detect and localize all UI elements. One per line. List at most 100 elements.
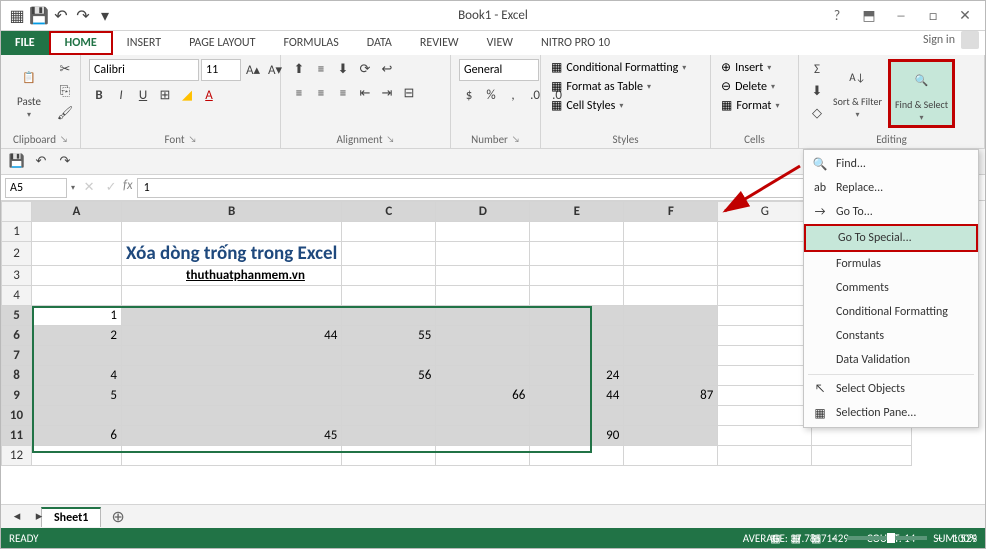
menu-comments[interactable]: Comments (804, 276, 978, 300)
cell[interactable] (530, 306, 624, 326)
copy-icon[interactable]: ⎘ (55, 81, 75, 101)
cancel-formula-icon[interactable]: ✕ (79, 178, 99, 198)
zoom-in-icon[interactable]: + (937, 532, 942, 545)
conditional-formatting-button[interactable]: ▦Conditional Formatting▾ (549, 59, 688, 76)
row-header[interactable]: 7 (2, 346, 32, 366)
row-header[interactable]: 8 (2, 366, 32, 386)
cell[interactable] (436, 242, 530, 266)
col-header[interactable]: G (718, 202, 812, 222)
cell[interactable] (342, 242, 436, 266)
cell[interactable] (436, 266, 530, 286)
menu-selection-pane[interactable]: ▦Selection Pane... (804, 401, 978, 425)
paste-button[interactable]: 📋 Paste ▾ (9, 59, 49, 122)
tab-page-layout[interactable]: PAGE LAYOUT (175, 31, 269, 55)
cell[interactable] (530, 446, 624, 466)
tab-file[interactable]: FILE (1, 31, 49, 55)
cell[interactable] (624, 326, 718, 346)
qat-redo-icon[interactable]: ↷ (55, 152, 75, 172)
cell[interactable] (32, 286, 122, 306)
view-page-icon[interactable]: ▦ (791, 532, 801, 545)
cell[interactable] (436, 326, 530, 346)
cell[interactable] (624, 222, 718, 242)
cell[interactable] (718, 386, 812, 406)
merge-icon[interactable]: ⊟ (399, 83, 419, 103)
cell[interactable] (32, 222, 122, 242)
tab-home[interactable]: HOME (49, 31, 113, 55)
row-header[interactable]: 10 (2, 406, 32, 426)
row-header[interactable]: 6 (2, 326, 32, 346)
sort-filter-button[interactable]: A↓ Sort & Filter ▾ (829, 59, 886, 122)
col-header[interactable]: E (530, 202, 624, 222)
format-painter-icon[interactable]: 🖌 (55, 103, 75, 123)
tab-view[interactable]: VIEW (473, 31, 527, 55)
cell[interactable] (718, 346, 812, 366)
cell[interactable] (718, 306, 812, 326)
font-name-combo[interactable]: Calibri (89, 59, 199, 81)
zoom-level[interactable]: 100% (952, 532, 977, 545)
align-left-icon[interactable]: ≡ (289, 83, 309, 103)
cell[interactable]: 44 (122, 326, 342, 346)
font-color-icon[interactable]: A (199, 85, 219, 105)
cell[interactable] (436, 222, 530, 242)
cut-icon[interactable]: ✂ (55, 59, 75, 79)
cell[interactable] (32, 242, 122, 266)
underline-button[interactable]: U (133, 85, 153, 105)
tab-nitro[interactable]: NITRO PRO 10 (527, 31, 624, 55)
cell[interactable] (530, 286, 624, 306)
select-all-corner[interactable] (2, 202, 32, 222)
close-icon[interactable]: ✕ (951, 6, 979, 26)
row-header[interactable]: 3 (2, 266, 32, 286)
clipboard-launcher-icon[interactable]: ↘ (60, 134, 68, 145)
ribbon-display-icon[interactable]: ⬒ (855, 6, 883, 26)
redo-icon[interactable]: ↷ (73, 6, 93, 26)
help-icon[interactable]: ? (823, 6, 851, 26)
increase-indent-icon[interactable]: ⇥ (377, 83, 397, 103)
cell[interactable]: 1 (32, 306, 122, 326)
cell[interactable] (718, 426, 812, 446)
cell[interactable] (342, 446, 436, 466)
cell[interactable] (718, 242, 812, 266)
grow-font-icon[interactable]: A▴ (243, 60, 263, 80)
cell[interactable] (32, 406, 122, 426)
cell[interactable] (436, 306, 530, 326)
cell[interactable] (342, 222, 436, 242)
cell[interactable] (342, 406, 436, 426)
cell[interactable] (32, 446, 122, 466)
number-launcher-icon[interactable]: ↘ (512, 134, 520, 145)
cell[interactable] (436, 286, 530, 306)
cell[interactable] (122, 286, 342, 306)
undo-icon[interactable]: ↶ (51, 6, 71, 26)
sheet-tab[interactable]: Sheet1 (41, 507, 101, 527)
cell[interactable] (624, 266, 718, 286)
cell[interactable] (530, 406, 624, 426)
cell[interactable]: 45 (122, 426, 342, 446)
alignment-launcher-icon[interactable]: ↘ (387, 134, 395, 145)
font-launcher-icon[interactable]: ↘ (189, 134, 197, 145)
cell[interactable] (122, 222, 342, 242)
cell[interactable] (342, 386, 436, 406)
view-normal-icon[interactable]: ▦ (770, 532, 780, 545)
cell[interactable] (718, 326, 812, 346)
tab-data[interactable]: DATA (353, 31, 406, 55)
row-header[interactable]: 2 (2, 242, 32, 266)
cell[interactable] (436, 446, 530, 466)
cell[interactable] (342, 306, 436, 326)
cell[interactable]: 24 (530, 366, 624, 386)
col-header[interactable]: F (624, 202, 718, 222)
align-middle-icon[interactable]: ≡ (311, 59, 331, 79)
menu-goto-special[interactable]: Go To Special... (804, 224, 978, 252)
number-format-combo[interactable]: General (459, 59, 539, 81)
cell[interactable] (624, 446, 718, 466)
comma-icon[interactable]: , (503, 85, 523, 105)
insert-cells-button[interactable]: ⊕Insert▾ (719, 59, 781, 76)
cell[interactable]: thuthuatphanmem.vn (122, 266, 342, 286)
view-break-icon[interactable]: ▦ (811, 532, 821, 545)
cell[interactable] (718, 446, 812, 466)
cell[interactable] (530, 266, 624, 286)
row-header[interactable]: 5 (2, 306, 32, 326)
clear-icon[interactable]: ◇ (807, 103, 827, 123)
delete-cells-button[interactable]: ⊖Delete▾ (719, 78, 781, 95)
tab-formulas[interactable]: FORMULAS (269, 31, 352, 55)
row-header[interactable]: 9 (2, 386, 32, 406)
sign-in-link[interactable]: Sign in (923, 33, 955, 47)
